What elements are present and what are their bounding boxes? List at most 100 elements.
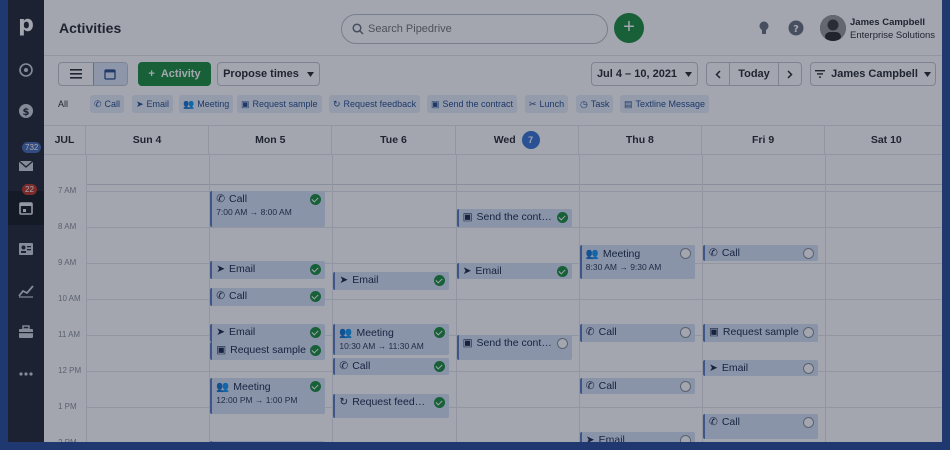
calendar-event-call[interactable]: ✆ Call [579,378,695,395]
sidebar-item-products[interactable] [8,315,44,349]
mail-count-badge: 732 [22,142,42,153]
calendar-event-contract[interactable]: ▣ Send the cont… [456,335,572,361]
filter-chip-email[interactable]: ➤ Email [132,95,174,113]
sidebar-item-mail[interactable]: 732 [8,142,44,183]
day-header[interactable]: Fri 9 [702,125,826,155]
calendar-event-meeting[interactable]: 👥 Meeting 8:30 AM → 9:30 AM [579,245,695,280]
propose-times-label: Propose times [223,68,299,80]
calendar-event-call[interactable]: ✆ Call 7:00 AM → 8:00 AM [210,191,326,227]
sidebar-item-insights[interactable] [8,274,44,308]
list-view-button[interactable] [59,63,93,85]
event-title: Email [229,263,256,276]
calendar-event-email[interactable]: ➤ Email [210,261,326,280]
calendar-event-call[interactable]: ✆ Call [210,288,326,307]
day-header[interactable]: Wed 7 [455,125,579,155]
mark-done-toggle[interactable] [556,338,568,349]
filter-chip-lunch[interactable]: ✂ Lunch [525,95,569,113]
search-box[interactable] [341,14,608,44]
calendar-event-call[interactable]: ✆ Call [333,358,449,375]
filter-icon [815,70,826,78]
calendar-event-email[interactable]: ➤ Email [456,263,572,280]
today-button[interactable]: Today [729,63,779,85]
calendar-event-email[interactable]: ➤ Email [210,324,326,343]
day-header[interactable]: Tue 6 [332,125,456,155]
calendar-event-meeting[interactable]: 👥 Meeting 12:00 PM → 1:00 PM [210,378,326,415]
sidebar-item-leads[interactable] [8,53,44,87]
propose-times-dropdown[interactable]: Propose times [217,62,320,86]
event-title-row: ▣ Request sample [709,326,814,338]
plus-icon: + [148,68,155,80]
next-week-button[interactable] [779,63,801,85]
calendar-event-email[interactable]: ➤ Email [703,360,819,377]
phone-icon: ✆ [94,98,102,109]
filter-chip-textline[interactable]: ▤ Textline Message [620,95,710,113]
sidebar-item-contacts[interactable] [8,232,44,266]
calendar-event-call[interactable]: ✆ Call [703,245,819,262]
filter-chip-request-feedback[interactable]: ↻ Request feedback [329,95,421,113]
filter-chip-label: Request feedback [343,99,417,109]
sidebar-item-deals[interactable]: $ [8,94,44,128]
completed-check-icon[interactable] [556,212,568,223]
calendar-event-meeting[interactable]: 👥 Meeting 10:30 AM → 11:30 AM [333,324,449,355]
day-header[interactable]: Mon 5 [209,125,333,155]
event-title: Meeting [602,247,641,260]
calendar-view-button[interactable] [92,63,127,85]
event-title-row: ↻ Request feed… [339,396,444,408]
user-company: Enterprise Solutions [850,30,936,41]
user-avatar[interactable] [820,15,846,41]
calendar-event-call[interactable]: ✆ Call [703,414,819,440]
calendar-event-call[interactable]: ✆ Call [579,324,695,343]
help-icon[interactable]: ? [788,20,804,36]
filter-chip-meeting[interactable]: 👥 Meeting [179,95,234,113]
completed-check-icon[interactable] [433,397,445,409]
search-input[interactable] [368,20,598,38]
filter-chip-all[interactable]: All [54,95,72,113]
refresh-icon: ↻ [339,396,349,409]
calendar-event-sample[interactable]: ▣ Request sample [210,342,326,361]
completed-check-icon[interactable] [433,327,445,339]
calendar-event-lunch[interactable]: ✂Lunch [210,441,326,442]
phone-icon: ✆ [216,290,225,303]
day-header-label: Fri 9 [752,134,775,146]
sidebar-item-activities[interactable]: 22 [8,184,44,225]
filter-chip-send-contract[interactable]: ▣ Send the contract [427,95,518,113]
day-header[interactable]: Thu 8 [578,125,702,155]
calendar-event-email[interactable]: ➤ Email [579,432,695,442]
completed-check-icon[interactable] [433,361,445,373]
mark-done-toggle[interactable] [679,248,691,259]
pipedrive-logo[interactable]: p [8,12,44,37]
user-name[interactable]: James Campbell [850,17,925,28]
quick-add-button[interactable]: + [614,13,644,43]
add-activity-button[interactable]: + Activity [138,62,211,86]
send-icon: ➤ [216,263,225,276]
filter-chip-task[interactable]: ◷ Task [576,95,614,113]
completed-check-icon[interactable] [556,266,568,277]
event-title: Meeting [356,326,394,339]
event-title: Request sample [722,326,799,339]
sidebar-item-more[interactable] [8,357,44,391]
date-navigation: Today [706,62,802,86]
user-filter-dropdown[interactable]: James Campbell [810,62,936,86]
mark-done-toggle[interactable] [679,435,691,442]
date-range-picker[interactable]: Jul 4 – 10, 2021 [591,62,698,86]
day-header[interactable]: Sun 4 [86,125,210,155]
svg-text:$: $ [23,107,30,118]
event-title: Meeting [233,380,271,393]
event-title-row: 👥 Meeting [339,326,444,340]
filter-chip-call[interactable]: ✆ Call [90,95,125,113]
previous-week-button[interactable] [707,63,729,85]
calendar-event-contract[interactable]: ▣ Send the cont… [456,209,572,227]
activities-toolbar: + Activity Propose times Jul 4 – 10, 202… [44,56,942,92]
lightbulb-icon[interactable] [758,20,770,36]
filter-chip-label: Request sample [252,99,318,109]
filter-chip-label: Meeting [197,99,230,109]
day-header[interactable]: Sat 10 [825,125,942,155]
calendar-event-sample[interactable]: ▣ Request sample [703,324,819,343]
calendar-event-feedback[interactable]: ↻ Request feed… [333,394,449,418]
calendar-event-email[interactable]: ➤ Email [333,272,449,290]
day-header-label: Wed [493,134,516,146]
document-icon: ▣ [462,211,473,223]
all-day-row[interactable] [86,155,942,185]
filter-chip-request-sample[interactable]: ▣ Request sample [237,95,322,113]
completed-check-icon[interactable] [433,275,445,286]
